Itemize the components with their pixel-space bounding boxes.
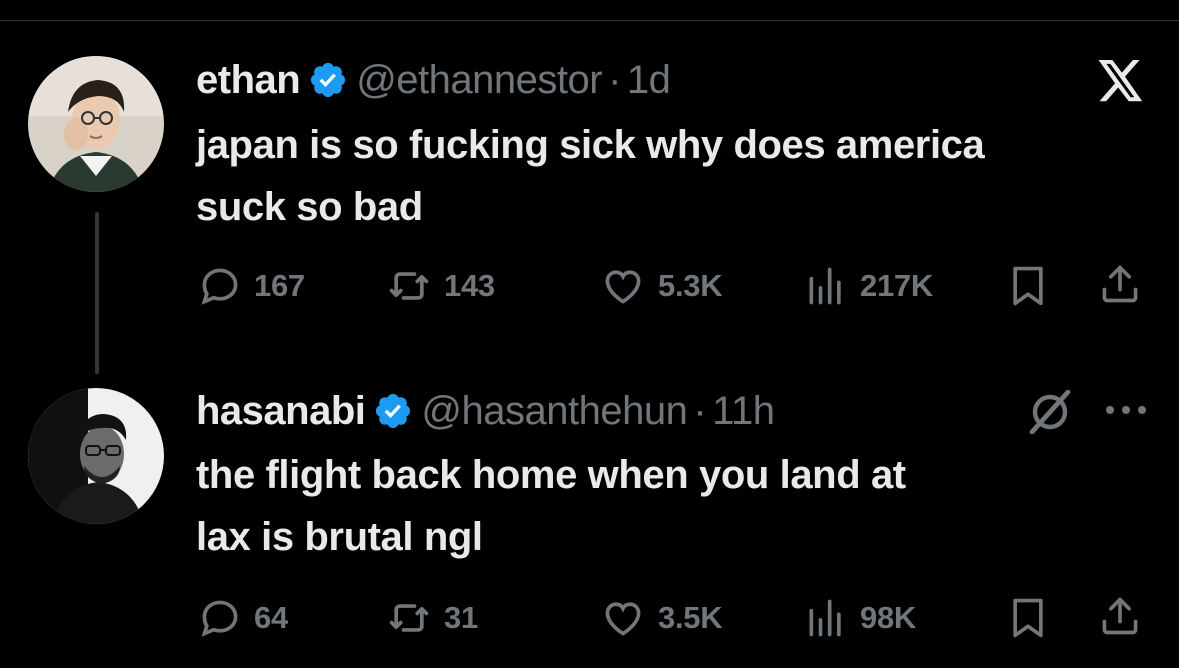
handle[interactable]: @ethannestor	[356, 58, 602, 103]
avatar-hasanabi[interactable]	[28, 388, 164, 524]
heart-icon	[605, 602, 641, 636]
share-button[interactable]	[1098, 594, 1142, 643]
like-count: 5.3K	[658, 268, 723, 303]
bookmark-button[interactable]	[1008, 596, 1048, 645]
heart-icon	[605, 270, 641, 304]
timestamp[interactable]: 1d	[627, 58, 671, 103]
tweet-text-line: the flight back home when you land at	[196, 453, 906, 497]
views-chart-icon	[809, 267, 841, 305]
avatar-ethan[interactable]	[28, 56, 164, 192]
more-options-icon[interactable]	[1102, 402, 1150, 423]
top-divider	[0, 20, 1179, 21]
verified-badge-icon[interactable]	[308, 60, 348, 100]
views-button[interactable]: 217K	[804, 262, 933, 310]
avatar-ethan-image	[28, 56, 164, 192]
retweet-icon	[389, 604, 429, 632]
like-button[interactable]: 3.5K	[600, 594, 723, 642]
retweet-button[interactable]: 31	[386, 594, 478, 642]
tweet-1-text: japan is so fucking sick why does americ…	[196, 114, 985, 238]
bookmark-icon	[1013, 266, 1043, 306]
views-button[interactable]: 98K	[804, 594, 916, 642]
reply-button[interactable]: 167	[198, 262, 305, 310]
verified-badge-icon[interactable]	[373, 391, 413, 431]
display-name[interactable]: ethan	[196, 58, 301, 103]
avatar-hasanabi-image	[28, 388, 164, 524]
tweet-2-text: the flight back home when you land at la…	[196, 444, 906, 568]
tweet-text-line: lax is brutal ngl	[196, 515, 483, 559]
reply-icon	[201, 600, 238, 637]
tweet-text-line: japan is so fucking sick why does americ…	[196, 123, 985, 167]
separator-dot: ·	[608, 57, 621, 102]
reply-count: 167	[254, 268, 305, 303]
retweet-icon	[389, 272, 429, 300]
retweet-button[interactable]: 143	[386, 262, 495, 310]
separator-dot: ·	[693, 388, 707, 433]
x-logo-icon[interactable]	[1098, 60, 1144, 107]
share-icon	[1102, 597, 1138, 635]
tweet-text-line: suck so bad	[196, 185, 423, 229]
reply-icon	[201, 268, 238, 305]
retweet-count: 143	[444, 268, 495, 303]
view-count: 98K	[860, 600, 916, 635]
like-count: 3.5K	[658, 600, 723, 635]
like-button[interactable]: 5.3K	[600, 262, 723, 310]
bookmark-icon	[1013, 598, 1043, 638]
thread-connector-line	[95, 212, 99, 374]
view-count: 217K	[860, 268, 933, 303]
retweet-count: 31	[444, 600, 478, 635]
bookmark-button[interactable]	[1008, 264, 1048, 313]
grok-icon[interactable]	[1026, 389, 1074, 439]
tweet-2-header: hasanabi @hasanthehun · 11h	[196, 386, 775, 436]
display-name[interactable]: hasanabi	[196, 389, 366, 434]
share-icon	[1102, 265, 1138, 303]
timestamp[interactable]: 11h	[712, 389, 775, 434]
reply-count: 64	[254, 600, 288, 635]
reply-button[interactable]: 64	[198, 594, 288, 642]
share-button[interactable]	[1098, 262, 1142, 311]
handle[interactable]: @hasanthehun	[421, 389, 687, 434]
tweet-1-header: ethan @ethannestor · 1d	[196, 55, 671, 105]
views-chart-icon	[809, 599, 841, 637]
